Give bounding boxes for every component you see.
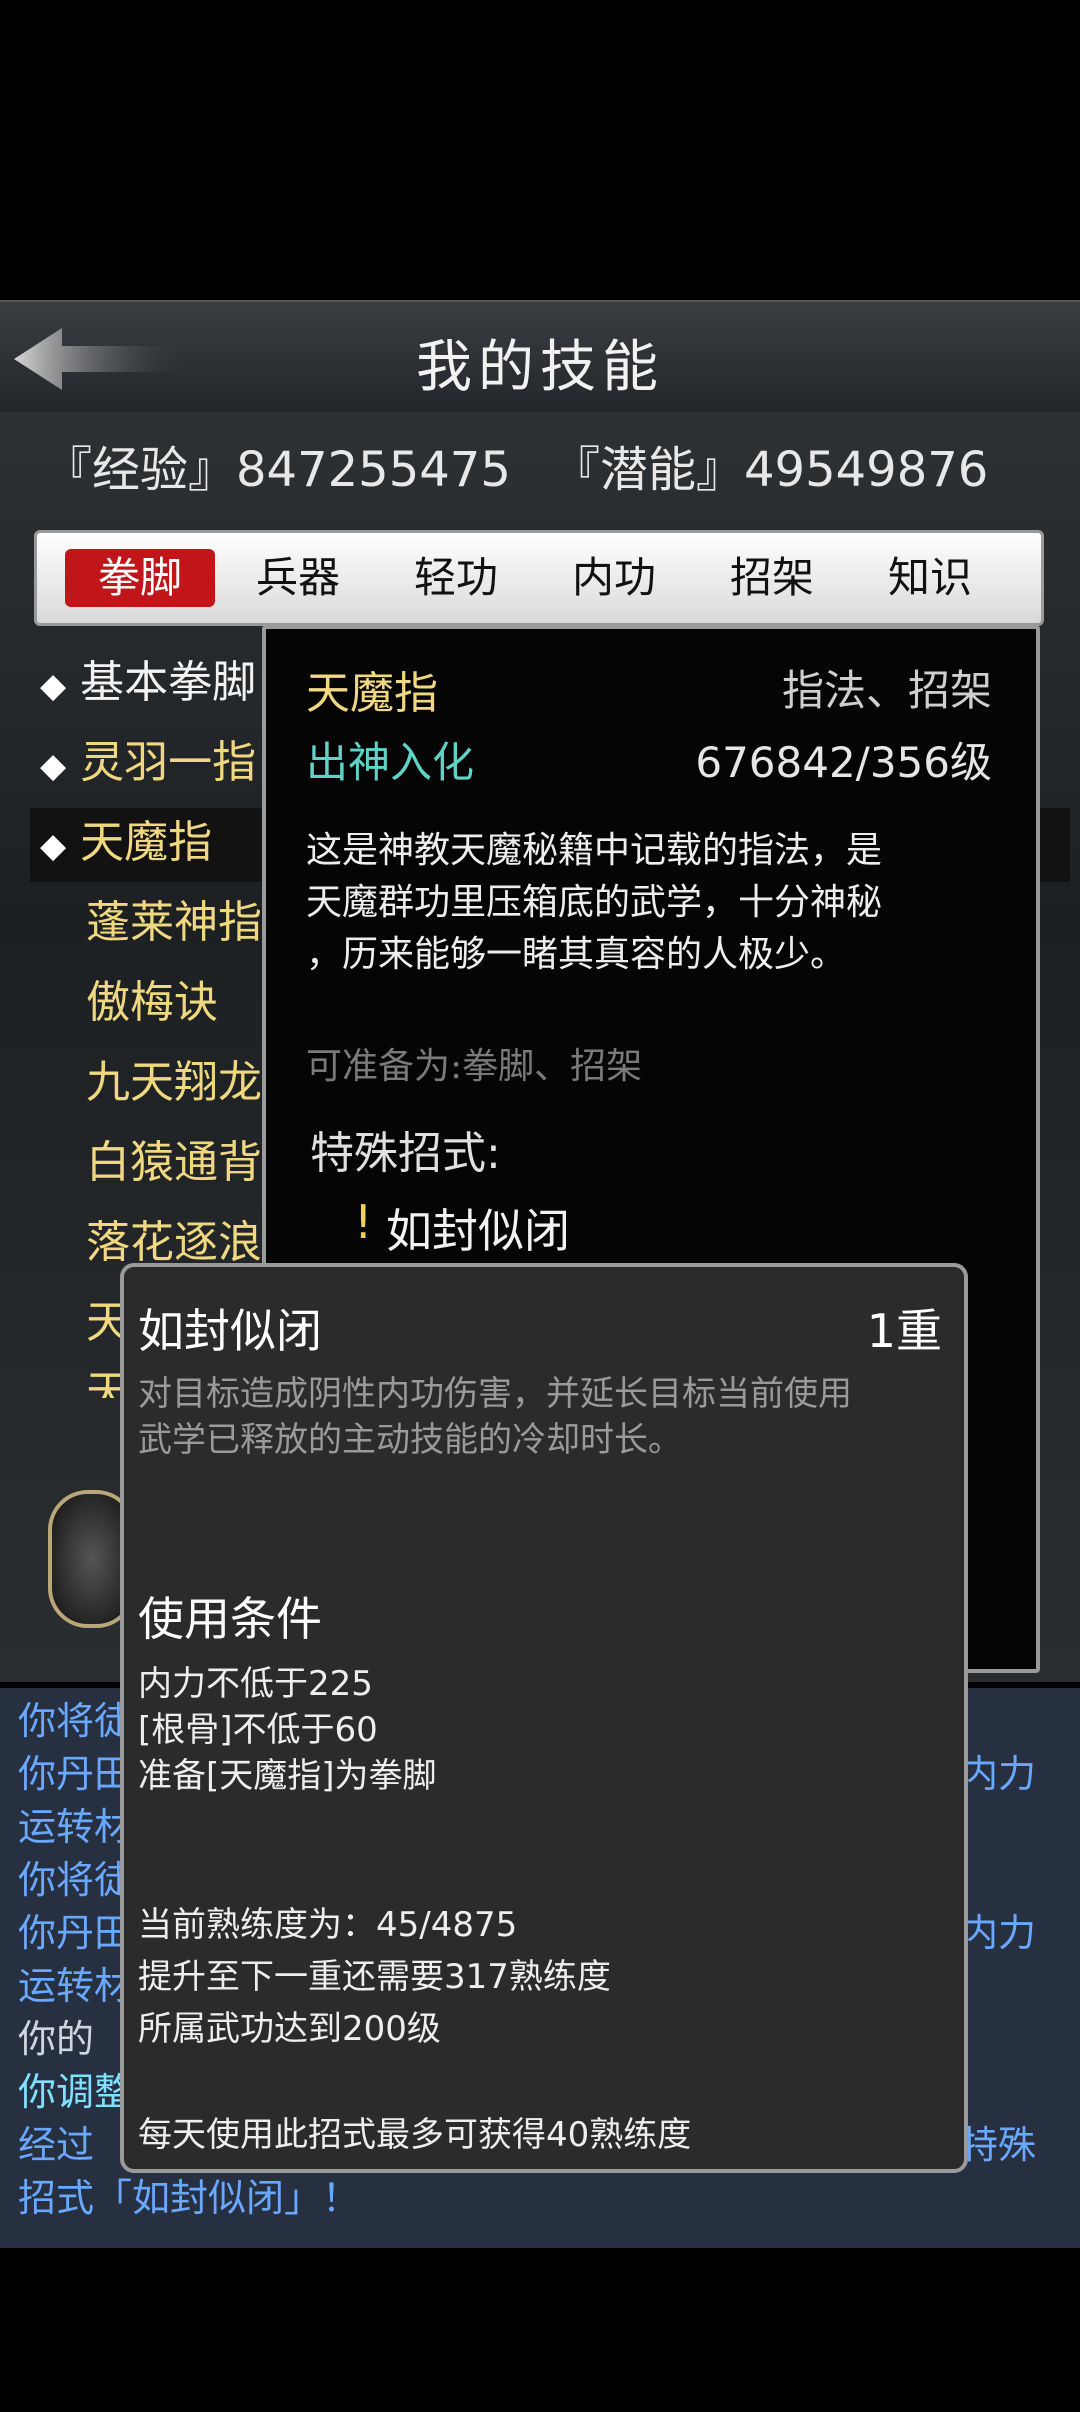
log-line: 你的 [18, 2017, 95, 2061]
tab-zhishi[interactable]: 知识 [855, 549, 1005, 607]
skill-description: 这是神教天魔秘籍中记载的指法，是 天魔群功里压箱底的武学，十分神秘 ，历来能够一… [306, 830, 883, 975]
skill-rank: 出神入化 [306, 738, 475, 787]
log-line: 内力 [959, 1911, 1036, 1955]
skill-list-item[interactable]: ◆ 灵羽一指 [40, 728, 256, 798]
tab-zhaojia[interactable]: 招架 [697, 549, 847, 607]
log-line: 运转材 [18, 1805, 133, 1849]
skill-list-item[interactable]: ◆ 天魔指 [40, 808, 212, 878]
tab-neigong[interactable]: 内功 [539, 549, 689, 607]
special-move-tooltip: 如封似闭 1重 对目标造成阴性内功伤害，并延长目标当前使用 武学已释放的主动技能… [120, 1263, 968, 2173]
skill-type: 指法、招架 [781, 666, 992, 715]
log-line: 特殊 [959, 2123, 1036, 2167]
experience-stat: 『经验』847255475 [44, 442, 511, 498]
diamond-icon: ◆ [40, 826, 67, 866]
log-line: 经过 [18, 2123, 95, 2167]
tab-quanjiao[interactable]: 拳脚 [65, 549, 215, 607]
log-line: 内力 [959, 1752, 1036, 1796]
skill-list-item[interactable]: ◆ 基本拳脚 [40, 648, 256, 718]
daily-limit-note: 每天使用此招式最多可获得40熟练度 [138, 2115, 692, 2155]
skill-list-item[interactable]: 傲梅诀 [86, 968, 218, 1038]
tab-bingqi[interactable]: 兵器 [223, 549, 373, 607]
proficiency-info: 当前熟练度为：45/4875 提升至下一重还需要317熟练度 所属武功达到200… [138, 1905, 611, 2049]
skill-list-item[interactable]: 白猿通背 [86, 1128, 262, 1198]
diamond-icon: ◆ [40, 746, 67, 786]
move-tier: 1重 [866, 1304, 942, 1358]
skill-category-tabs: 拳脚 兵器 轻功 内功 招架 知识 [34, 530, 1044, 626]
potential-stat: 『潜能』49549876 [552, 442, 989, 498]
special-move-link[interactable]: 如封似闭 [386, 1195, 570, 1261]
exclamation-icon: ! [354, 1195, 373, 1249]
log-line: 你调整 [18, 2070, 133, 2114]
skill-list-item[interactable]: 九天翔龙 [86, 1048, 262, 1118]
diamond-icon: ◆ [40, 666, 67, 706]
log-line: 招式「如封似闭」！ [18, 2176, 361, 2220]
conditions-heading: 使用条件 [138, 1592, 322, 1646]
log-line: 你丹田 [18, 1752, 133, 1796]
log-line: 你丹田 [18, 1911, 133, 1955]
move-description: 对目标造成阴性内功伤害，并延长目标当前使用 武学已释放的主动技能的冷却时长。 [138, 1374, 852, 1460]
skill-level: 676842/356级 [695, 738, 992, 787]
skill-name: 天魔指 [306, 668, 438, 719]
special-moves-heading: 特殊招式: [310, 1128, 501, 1179]
skill-list-item[interactable]: 蓬莱神指 [86, 888, 262, 958]
page-title: 我的技能 [416, 335, 664, 400]
log-line: 运转材 [18, 1964, 133, 2008]
prepare-note: 可准备为:拳脚、招架 [306, 1046, 643, 1087]
log-line: 你将徒 [18, 1858, 133, 1902]
move-name: 如封似闭 [138, 1304, 322, 1358]
header-bar: 我的技能 [0, 300, 1080, 414]
tab-qinggong[interactable]: 轻功 [381, 549, 531, 607]
conditions-list: 内力不低于225 [根骨]不低于60 准备[天魔指]为拳脚 [138, 1664, 437, 1796]
log-line: 你将徒 [18, 1699, 133, 1743]
